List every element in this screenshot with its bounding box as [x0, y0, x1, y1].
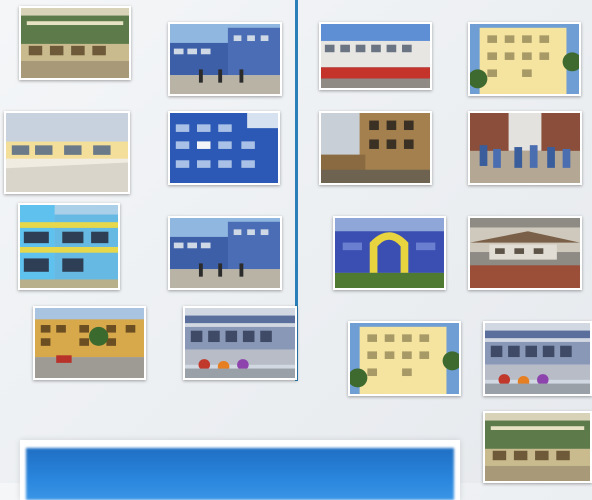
thumbnail-yellow-school-building[interactable] — [468, 22, 581, 96]
school-red-wall-image — [321, 24, 430, 88]
thumbnail-blue-school-building-repeat[interactable] — [168, 216, 282, 290]
thumbnail-students-patio[interactable] — [468, 111, 582, 185]
thumbnail-school-corridor[interactable] — [4, 111, 130, 194]
school-courtyard-image — [485, 413, 590, 481]
thumbnail-school-red-wall[interactable] — [319, 22, 432, 90]
thumbnail-yellow-school-building-repeat[interactable] — [348, 321, 461, 396]
school-courtyard-image — [21, 8, 129, 78]
thumbnail-light-blue-school[interactable] — [18, 203, 120, 290]
light-blue-school-image — [20, 205, 118, 288]
thumbnail-school-courtyard-repeat[interactable] — [483, 411, 592, 483]
thumbnail-school-gate-repeat[interactable] — [483, 321, 592, 396]
thumbnail-school-gate[interactable] — [183, 306, 297, 380]
school-gate-image — [185, 308, 295, 378]
yellow-school-building-image — [350, 323, 459, 394]
yellow-school-building-image — [470, 24, 579, 94]
thumbnail-blue-multistory-school[interactable] — [168, 111, 280, 185]
school-corridor-image — [6, 113, 128, 192]
blue-multistory-school-image — [170, 113, 278, 183]
school-arch-entrance-image — [335, 218, 444, 288]
thumbnail-yellow-school-street[interactable] — [33, 306, 146, 380]
thumbnail-school-playground[interactable] — [468, 216, 582, 290]
thumbnail-brown-school-building[interactable] — [319, 111, 432, 185]
school-gate-image — [485, 323, 590, 394]
yellow-school-street-image — [35, 308, 144, 378]
enlarged-image-preview[interactable] — [20, 440, 460, 500]
school-playground-image — [470, 218, 580, 288]
brown-school-building-image — [321, 113, 430, 183]
thumbnail-blue-school-building[interactable] — [168, 22, 282, 96]
blue-school-building-image — [170, 218, 280, 288]
students-patio-image — [470, 113, 580, 183]
thumbnail-school-courtyard[interactable] — [19, 6, 131, 80]
blue-banner-image — [26, 448, 454, 500]
thumbnail-school-arch-entrance[interactable] — [333, 216, 446, 290]
blue-school-building-image — [170, 24, 280, 94]
